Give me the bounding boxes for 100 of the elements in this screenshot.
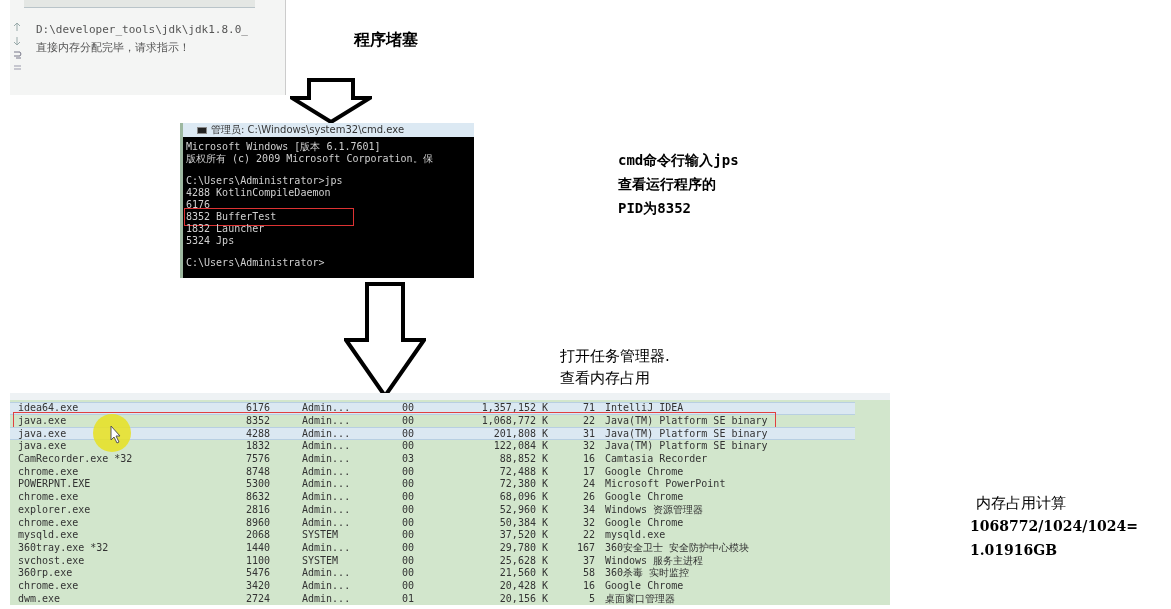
process-row[interactable]: explorer.exe 2816 Admin... 00 52,960 K 34 Windows 资源管理器 (10, 503, 855, 517)
table-cell-text: 26 (581, 491, 595, 504)
table-cell-text: 00 (400, 465, 414, 478)
table-cell: 5476 (246, 567, 270, 580)
calculation-line: 1.01916GB (970, 541, 1059, 560)
up-arrow-icon[interactable] (13, 22, 21, 32)
terminal-line: Microsoft Windows [版本 6.1.7601] (186, 141, 381, 153)
table-cell: Google Chrome (605, 516, 684, 529)
window-title: 管理员: C:\Windows\system32\cmd.exe (211, 124, 405, 136)
table-cell-text: 29,780 K (498, 541, 548, 554)
table-cell: 桌面窗口管理器 (605, 592, 675, 605)
terminal-line: 版权所有 (c) 2009 Microsoft Corporation。保 (186, 153, 433, 165)
table-cell: 360杀毒 实时监控 (605, 567, 690, 580)
table-cell-text: 34 (581, 503, 595, 516)
table-cell-text: 32 (581, 440, 595, 453)
table-cell-text: Admin... (302, 579, 352, 592)
table-cell-text: 00 (400, 579, 414, 592)
process-row[interactable]: POWERPNT.EXE 5300 Admin... 00 72,380 K 24 Microsoft PowerPoint (10, 478, 855, 491)
terminal-line: 5324 Jps (186, 235, 235, 247)
table-cell: 8960 (246, 516, 270, 529)
process-row[interactable]: chrome.exe 8960 Admin... 00 50,384 K 32 Google Chrome (10, 516, 855, 529)
table-cell-text: 00 (400, 478, 414, 491)
table-cell-text: Admin... (302, 592, 352, 605)
table-cell-text: 00 (400, 491, 414, 504)
process-row[interactable]: CamRecorder.exe *32 7576 Admin... 03 88,852 K 16 Camtasia Recorder (10, 452, 855, 466)
process-row[interactable]: 360tray.exe *32 1440 Admin... 00 29,780 K 167 360安全卫士 安全防护中心模块 (10, 541, 855, 555)
table-cell-text: java.exe (17, 427, 68, 440)
table-cell-text: svchost.exe (17, 554, 86, 567)
table-cell-text: 22 (581, 415, 595, 428)
table-cell: Java(TM) Platform SE binary (605, 440, 768, 453)
table-cell-text: 72,380 K (498, 478, 548, 491)
table-cell-text: 122,084 K (492, 440, 548, 453)
process-row[interactable]: svchost.exe 1100 SYSTEM 00 25,628 K 37 Windows 服务主进程 (10, 554, 855, 567)
process-row[interactable]: chrome.exe 8748 Admin... 00 72,488 K 17 Google Chrome (10, 465, 855, 479)
table-cell: 2724 (246, 592, 270, 605)
table-cell-text: SYSTEM (302, 554, 340, 567)
table-cell-text: explorer.exe (17, 503, 92, 516)
cursor-highlight-drawing (92, 413, 132, 453)
table-cell-text: Admin... (302, 402, 352, 415)
process-row[interactable]: java.exe 4288 Admin... 00 201,808 K 31 Java(TM) Platform SE binary (10, 427, 855, 441)
terminal-line: C:\Users\Administrator>jps (186, 175, 343, 187)
table-cell: IntelliJ IDEA (605, 402, 684, 415)
wrap-icon[interactable] (12, 50, 22, 60)
table-cell-text: idea64.exe (17, 402, 80, 415)
table-cell-text: 00 (400, 529, 414, 542)
process-row[interactable]: dwm.exe 2724 Admin... 01 20,156 K 5 桌面窗口管理器 (10, 592, 855, 605)
table-cell-text: chrome.exe (17, 491, 80, 504)
terminal-line: C:\Users\Administrator> (186, 257, 325, 269)
table-cell-text: 22 (581, 529, 595, 542)
table-cell: Camtasia Recorder (605, 453, 708, 466)
table-cell-text: 00 (400, 516, 414, 529)
table-cell: 1100 (246, 554, 270, 567)
terminal-line: 1832 Launcher (186, 223, 265, 235)
console-line: 直接内存分配完毕，请求指示！ (36, 40, 191, 55)
table-cell: Google Chrome (605, 491, 684, 504)
table-cell: 2816 (246, 503, 270, 516)
process-row[interactable]: chrome.exe 3420 Admin... 00 20,428 K 16 Google Chrome (10, 579, 855, 593)
annotation-text: 查看运行程序的 (618, 175, 717, 194)
table-cell-text: 88,852 K (498, 453, 548, 466)
process-row[interactable]: 360rp.exe 5476 Admin... 00 21,560 K 58 360杀毒 实时监控 (10, 566, 855, 580)
table-cell-text: 167 (575, 541, 595, 554)
annotation-text: cmd命令行输入jps (618, 151, 739, 170)
table-cell-text: 00 (400, 541, 414, 554)
table-cell-text: mysqld.exe (17, 529, 80, 542)
table-cell-text: 20,428 K (498, 579, 548, 592)
table-cell-text: java.exe (17, 440, 68, 453)
table-cell: 7576 (246, 453, 270, 466)
table-cell-text: 00 (400, 567, 414, 580)
table-cell-text: 50,384 K (498, 516, 548, 529)
terminal-line: 4288 KotlinCompileDaemon (186, 187, 331, 199)
process-row[interactable]: mysqld.exe 2068 SYSTEM 00 37,520 K 22 mysqld.exe (10, 528, 855, 542)
table-cell-text: 03 (400, 453, 414, 466)
caption: 程序堵塞 (354, 29, 418, 51)
table-cell-text: 1,068,772 K (480, 415, 548, 428)
table-cell: Windows 资源管理器 (605, 503, 704, 516)
table-cell-text: 25,628 K (498, 554, 548, 567)
table-cell: 5300 (246, 478, 270, 491)
table-cell-text: 360rp.exe (17, 567, 74, 580)
terminal-icon (197, 126, 207, 134)
calculation-title: 内存占用计算 (976, 493, 1067, 514)
table-cell-text: CamRecorder.exe *32 (17, 453, 134, 466)
scroll-end-icon[interactable] (12, 64, 22, 72)
table-cell-text: 21,560 K (498, 567, 548, 580)
table-cell: Java(TM) Platform SE binary (605, 415, 768, 428)
process-row[interactable]: chrome.exe 8632 Admin... 00 68,096 K 26 Google Chrome (10, 490, 855, 504)
table-cell: Google Chrome (605, 579, 684, 592)
process-row[interactable]: java.exe 1832 Admin... 00 122,084 K 32 Java(TM) Platform SE binary (10, 440, 855, 453)
table-cell: 1832 (246, 440, 270, 453)
table-cell-text: 00 (400, 503, 414, 516)
table-cell: Google Chrome (605, 465, 684, 478)
table-cell-text: 00 (400, 440, 414, 453)
table-cell: 2068 (246, 529, 270, 542)
table-cell-text: 201,808 K (492, 427, 548, 440)
table-cell-text: 00 (400, 554, 414, 567)
table-cell-text: 24 (581, 478, 595, 491)
calculation-line: 1068772/1024/1024= (970, 517, 1139, 536)
down-arrow-icon[interactable] (13, 36, 21, 46)
table-cell-text: chrome.exe (17, 516, 80, 529)
terminal-line: 8352 BufferTest (186, 211, 277, 223)
table-cell: mysqld.exe (605, 529, 666, 542)
